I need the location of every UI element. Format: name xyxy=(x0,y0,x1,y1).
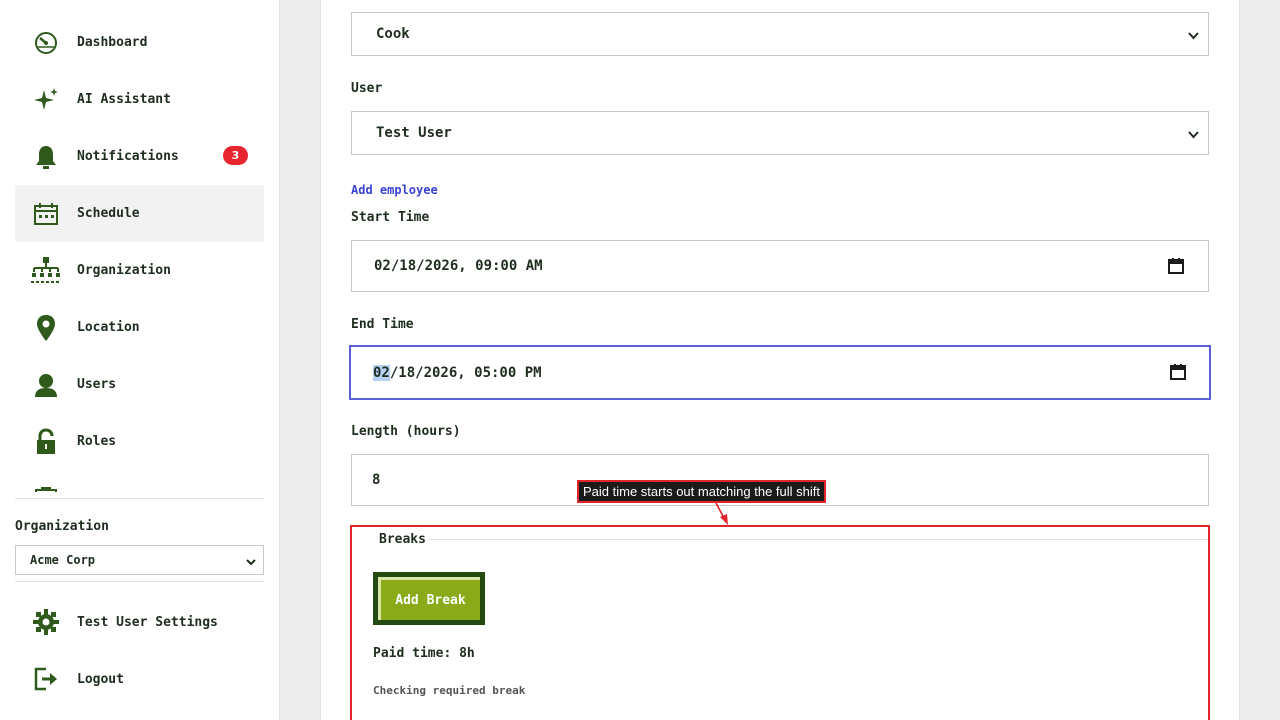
calendar-icon xyxy=(29,197,63,231)
paid-time-text: Paid time: 8h xyxy=(373,646,475,661)
sidebar-item-more[interactable] xyxy=(15,470,264,492)
end-time-month-selected[interactable]: 02 xyxy=(373,364,390,381)
length-label: Length (hours) xyxy=(351,424,461,439)
start-time-label: Start Time xyxy=(351,210,430,225)
role-select[interactable]: Cook xyxy=(351,12,1209,56)
sidebar-item-ai-assistant[interactable]: AI Assistant xyxy=(15,71,264,128)
add-break-label: Add Break xyxy=(378,577,480,620)
start-time-month[interactable]: 02 xyxy=(374,258,391,274)
end-time-rest[interactable]: /18/2026, 05:00 PM xyxy=(390,365,542,381)
sidebar-item-label: Organization xyxy=(77,263,171,278)
start-time-rest[interactable]: /18/2026, 09:00 AM xyxy=(391,258,543,274)
settings-link[interactable]: Test User Settings xyxy=(29,602,218,642)
end-time-input[interactable]: 02/18/2026, 05:00 PM xyxy=(349,345,1211,400)
sidebar-item-label: Roles xyxy=(77,434,117,449)
breaks-border xyxy=(426,539,1208,540)
sidebar-nav: Dashboard AI Assistant Notifications 3 S… xyxy=(15,14,264,492)
chevron-down-icon xyxy=(246,555,256,569)
sidebar-item-label: Schedule xyxy=(77,206,140,221)
logout-label: Logout xyxy=(77,671,124,687)
user-select[interactable]: Test User xyxy=(351,111,1209,155)
bell-icon xyxy=(29,140,63,174)
sidebar-item-schedule[interactable]: Schedule xyxy=(15,185,264,242)
sidebar-item-location[interactable]: Location xyxy=(15,299,264,356)
sidebar-item-label: Notifications xyxy=(77,149,179,164)
role-selected-value: Cook xyxy=(376,26,410,42)
logout-icon xyxy=(29,662,63,696)
sidebar-item-label: Dashboard xyxy=(77,35,148,50)
user-icon xyxy=(29,368,63,402)
sidebar: Dashboard AI Assistant Notifications 3 S… xyxy=(0,0,280,720)
logout-link[interactable]: Logout xyxy=(29,659,124,699)
map-pin-icon xyxy=(29,311,63,345)
user-label: User xyxy=(351,81,383,96)
add-break-button[interactable]: Add Break xyxy=(373,572,485,625)
dashboard-icon xyxy=(29,26,63,60)
organization-selected-value: Acme Corp xyxy=(30,553,96,567)
notification-count-badge: 3 xyxy=(223,146,248,165)
sidebar-item-label: Users xyxy=(77,377,117,392)
sidebar-item-dashboard[interactable]: Dashboard xyxy=(15,14,264,71)
sidebar-item-label: AI Assistant xyxy=(77,92,171,107)
organization-label: Organization xyxy=(15,519,109,534)
chevron-down-icon xyxy=(1188,127,1199,143)
sidebar-item-roles[interactable]: Roles xyxy=(15,413,264,470)
sidebar-divider xyxy=(15,498,264,499)
sidebar-item-notifications[interactable]: Notifications 3 xyxy=(15,128,264,185)
annotation-arrow-icon xyxy=(715,502,728,525)
end-time-label: End Time xyxy=(351,317,414,332)
calendar-picker-icon[interactable] xyxy=(1169,363,1187,385)
start-time-input[interactable]: 02/18/2026, 09:00 AM xyxy=(351,240,1209,292)
breaks-legend: Breaks xyxy=(377,532,428,547)
lock-icon xyxy=(29,425,63,459)
organization-select[interactable]: Acme Corp xyxy=(15,545,264,575)
sidebar-item-users[interactable]: Users xyxy=(15,356,264,413)
clipboard-icon xyxy=(29,482,63,492)
length-value: 8 xyxy=(372,472,381,488)
sidebar-item-organization[interactable]: Organization xyxy=(15,242,264,299)
calendar-picker-icon[interactable] xyxy=(1167,257,1185,279)
chevron-down-icon xyxy=(1188,28,1199,44)
checking-break-status: Checking required break xyxy=(373,684,526,697)
sidebar-item-label: Location xyxy=(77,320,140,335)
sparkle-icon xyxy=(29,83,63,117)
breaks-fieldset: Breaks Add Break Paid time: 8h Checking … xyxy=(350,525,1210,720)
org-chart-icon xyxy=(29,254,63,288)
user-selected-value: Test User xyxy=(376,125,452,141)
sidebar-divider xyxy=(15,581,264,582)
gear-icon xyxy=(29,605,63,639)
settings-label: Test User Settings xyxy=(77,614,218,630)
add-employee-link[interactable]: Add employee xyxy=(351,183,438,197)
